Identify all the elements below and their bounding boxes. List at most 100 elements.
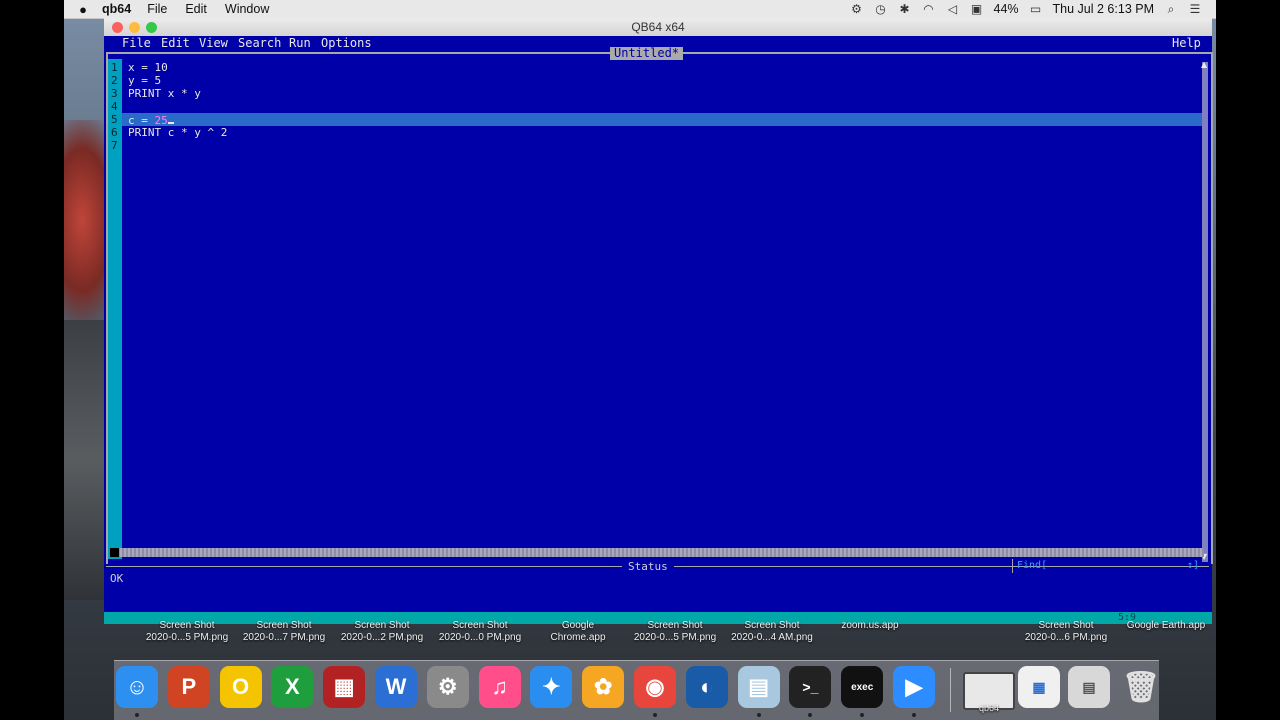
find-field[interactable]: Find[ ↕] [1012, 559, 1203, 573]
word-icon[interactable]: W [375, 666, 417, 708]
photos-icon[interactable]: ✿ [582, 666, 625, 708]
desktop-file[interactable]: Screen Shot 2020-0...5 PM.png [627, 620, 723, 644]
file-name-line1: Screen Shot [159, 620, 215, 631]
dock-separator [950, 668, 951, 712]
editor-horizontal-scrollbar[interactable] [110, 548, 1204, 557]
time-machine-icon[interactable]: ◷ [874, 2, 888, 16]
wifi-icon[interactable]: ◠ [922, 2, 936, 16]
finder-icon[interactable]: ☺ [116, 666, 158, 708]
find-arrow[interactable]: ↕] [1187, 559, 1199, 573]
file-name-line2: 2020-0...5 PM.png [633, 632, 717, 643]
file-name-line2: 2020-0...0 PM.png [438, 632, 522, 643]
file-name-line2: 2020-0...5 PM.png [145, 632, 229, 643]
qb-menu-help[interactable]: Help [1172, 36, 1201, 50]
desktop-file[interactable]: Screen Shot 2020-0...6 PM.png [1018, 620, 1114, 644]
chrome-icon[interactable]: ◉ [634, 666, 676, 708]
clock[interactable]: Thu Jul 2 6:13 PM [1053, 2, 1154, 16]
running-indicator [653, 713, 657, 717]
desktop-file[interactable]: Google Chrome.app [530, 620, 626, 644]
file-name-line2: 2020-0...4 AM.png [731, 632, 813, 643]
desktop-file[interactable]: Screen Shot 2020-0...0 PM.png [432, 620, 528, 644]
file-name-line2: zoom.us.app [841, 620, 899, 631]
zoom-icon[interactable]: ▶ [893, 666, 935, 708]
bluetooth-icon[interactable]: ✱ [898, 2, 912, 16]
horizontal-scroll-thumb[interactable] [110, 548, 119, 557]
system-preferences-icon[interactable]: ⚙ [426, 666, 469, 708]
traffic-lights [112, 22, 157, 33]
battery-icon[interactable]: ▭ [1029, 2, 1043, 16]
line-number: 3 [111, 87, 118, 100]
code-line-6[interactable]: PRINT c * y ^ 2 [128, 126, 227, 139]
qb-menu-options[interactable]: Options [321, 36, 372, 50]
qb64-window: QB64 x64 File Edit View Search Run Optio… [104, 18, 1213, 624]
qb-menu-file[interactable]: File [122, 36, 151, 50]
desktop-file[interactable]: Screen Shot 2020-0...2 PM.png [334, 620, 430, 644]
keynote-thumb[interactable]: ▤ [1068, 666, 1110, 708]
preview-icon[interactable]: ▤ [737, 666, 780, 708]
app-menu-name[interactable]: qb64 [102, 2, 131, 16]
qb-menu-search[interactable]: Search [238, 36, 281, 50]
running-indicator [135, 713, 139, 717]
code-line-5[interactable]: c = 25 [128, 113, 174, 127]
editor-tab-title: Untitled* [610, 47, 684, 60]
line-number: 2 [111, 74, 118, 87]
excel-icon[interactable]: X [271, 666, 314, 708]
file-name-line1: Screen Shot [1038, 620, 1094, 631]
menubar-status-area: ⚙ ◷ ✱ ◠ ◁ ▣ 44% ▭ Thu Jul 2 6:13 PM ⌕ ☰ [850, 2, 1216, 17]
file-name-line1: Screen Shot [354, 620, 410, 631]
desktop-file[interactable]: Screen Shot 2020-0...7 PM.png [236, 620, 332, 644]
exec-icon[interactable]: exec [841, 666, 884, 708]
safari-icon[interactable]: ✦ [530, 666, 573, 708]
terminal-icon[interactable]: >_ [789, 666, 832, 708]
desktop-file[interactable]: Screen Shot 2020-0...5 PM.png [139, 620, 235, 644]
notification-center-icon[interactable]: ☰ [1188, 2, 1202, 16]
window-title: QB64 x64 [631, 20, 685, 34]
qb-menu-run[interactable]: Run [289, 36, 311, 50]
apple-icon[interactable]: ● [64, 2, 102, 17]
status-title: Status [622, 560, 674, 573]
file-name-line1: Screen Shot [452, 620, 508, 631]
qb-menu-view[interactable]: View [199, 36, 228, 50]
code-line-3[interactable]: PRINT x * y [128, 87, 201, 100]
qb64-thumb-label: qb64 [978, 703, 1000, 713]
desktop-file[interactable]: Google Earth.app [1118, 620, 1214, 632]
os-menu-file[interactable]: File [147, 2, 167, 16]
outlook-icon[interactable]: O [219, 666, 262, 708]
code-line-1[interactable]: x = 10 [128, 61, 168, 74]
running-indicator [756, 713, 761, 717]
zoom-window-button[interactable] [146, 22, 157, 33]
file-name-line1: Screen Shot [744, 620, 800, 631]
os-menubar: ● qb64 File Edit Window ⚙ ◷ ✱ ◠ ◁ ▣ 44% … [64, 0, 1216, 19]
editor-frame [106, 52, 1213, 564]
find-label: Find[ [1017, 560, 1048, 571]
input-source-icon[interactable]: ▣ [970, 2, 984, 16]
file-name-line2: Chrome.app [550, 632, 606, 643]
minimize-window-button[interactable] [129, 22, 140, 33]
desktop: ● qb64 File Edit Window ⚙ ◷ ✱ ◠ ◁ ▣ 44% … [64, 0, 1216, 720]
trash-icon[interactable]: 🗑 [1120, 666, 1162, 708]
desktop-file[interactable]: Screen Shot 2020-0...4 AM.png [724, 620, 820, 644]
volume-icon[interactable]: ◁ [946, 2, 960, 16]
current-line-highlight [122, 113, 1203, 126]
scroll-up-arrow-icon[interactable]: ▲ [1201, 60, 1207, 69]
pages-thumb[interactable]: ▦ [1018, 666, 1060, 708]
file-name-line2: 2020-0...2 PM.png [340, 632, 424, 643]
os-menu-edit[interactable]: Edit [185, 2, 207, 16]
photobooth-icon[interactable]: ▦ [323, 666, 366, 708]
battery-percent[interactable]: 44% [994, 2, 1019, 16]
editor-vertical-scrollbar[interactable]: ▲ ▼ [1201, 60, 1208, 562]
os-menu-window[interactable]: Window [225, 2, 269, 16]
powerpoint-icon[interactable]: P [167, 666, 210, 708]
file-name-line1: Screen Shot [256, 620, 312, 631]
desktop-file[interactable]: zoom.us.app [834, 620, 906, 632]
code-line-2[interactable]: y = 5 [128, 74, 161, 87]
google-earth-icon[interactable]: ◐ [685, 666, 728, 708]
line-number: 5 [111, 113, 118, 126]
close-window-button[interactable] [112, 22, 123, 33]
itunes-icon[interactable]: ♫ [478, 666, 521, 708]
spotlight-search-icon[interactable]: ⌕ [1164, 2, 1178, 17]
tools-icon[interactable]: ⚙ [850, 2, 864, 16]
window-titlebar[interactable]: QB64 x64 [104, 18, 1212, 37]
qb-menu-edit[interactable]: Edit [161, 36, 190, 50]
line-number: 6 [111, 126, 118, 139]
